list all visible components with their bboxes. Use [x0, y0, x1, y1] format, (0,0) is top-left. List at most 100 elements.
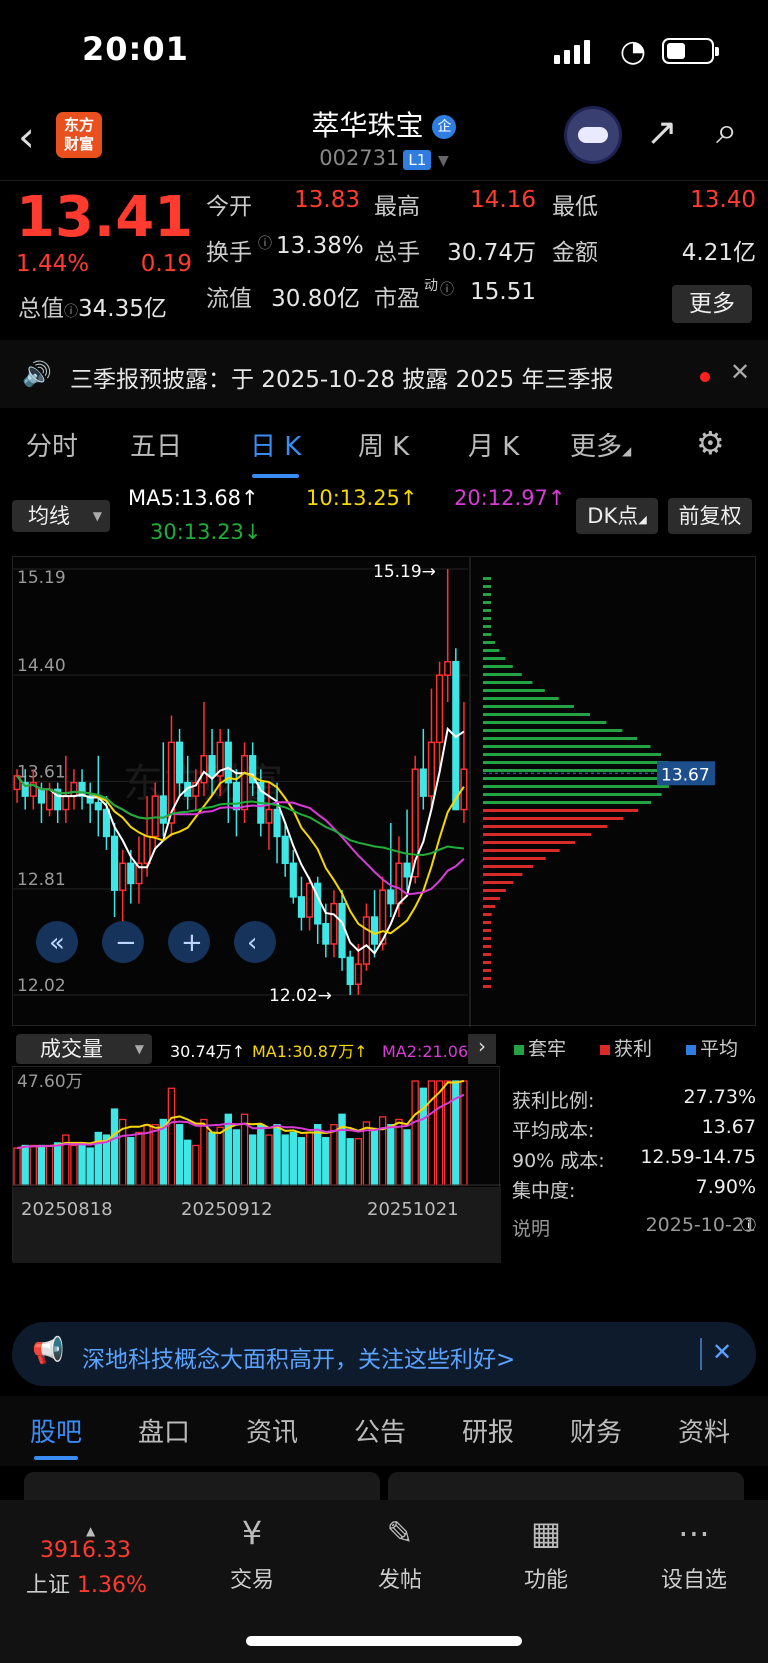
banner-text: 深地科技概念大面积高开，关注这些利好>: [82, 1347, 516, 1373]
y-axis-label: 12.81: [17, 870, 66, 890]
post-button[interactable]: ✎ 发帖: [340, 1514, 460, 1594]
more-button[interactable]: 更多: [672, 285, 752, 323]
volume-bar: [151, 1124, 159, 1186]
chip-bar: [483, 857, 546, 860]
chip-bar: [483, 889, 506, 892]
index-value: 3916.33: [40, 1538, 131, 1563]
notice-bar[interactable]: 🔊 三季报预披露：于 2025-10-28 披露 2025 年三季报 ✕: [0, 340, 768, 408]
zoom-control-icon: «: [49, 928, 65, 958]
tab-finance[interactable]: 财务: [570, 1412, 622, 1449]
ma10-value: 10:13.25↑: [306, 486, 418, 510]
turnover-value: 13.38%: [276, 233, 364, 259]
total-value-value: 34.35亿: [78, 296, 167, 322]
tab-research[interactable]: 研报: [462, 1412, 514, 1449]
chip-date: 2025-10-21: [645, 1214, 756, 1236]
tab-news[interactable]: 资讯: [246, 1412, 298, 1449]
dk-point-button[interactable]: DK点◢: [576, 498, 658, 534]
chip-bar: [483, 809, 639, 812]
tab-more[interactable]: 更多◢: [570, 426, 631, 463]
volume-bar: [216, 1126, 224, 1186]
tab-timeshare[interactable]: 分时: [26, 426, 78, 463]
zoom-control-icon: +: [181, 928, 203, 958]
volume-chart[interactable]: 47.60万 20250818 20250912 20251021: [12, 1066, 501, 1263]
ma30-value: 30:13.23↓: [150, 520, 262, 544]
avg-cost-label: 平均成本:: [512, 1120, 595, 1142]
gear-icon[interactable]: ⚙: [696, 424, 725, 462]
tab-five-day[interactable]: 五日: [130, 426, 182, 463]
volume-bar: [281, 1134, 289, 1186]
chip-bar: [483, 673, 522, 676]
candle-body: [232, 781, 241, 811]
chip-bar: [483, 617, 491, 620]
yuan-exchange-icon: ¥: [241, 1514, 263, 1552]
chip-bar: [483, 969, 491, 972]
tab-pankou[interactable]: 盘口: [138, 1412, 190, 1449]
ai-assistant-icon[interactable]: [564, 106, 622, 164]
chip-bar: [483, 937, 491, 940]
chevron-down-icon: ▼: [92, 509, 102, 523]
chevron-right-icon[interactable]: ›: [468, 1034, 496, 1064]
change-amount: 0.19: [140, 251, 192, 277]
candle-body: [70, 781, 78, 797]
chip-bar: [483, 609, 491, 612]
pe-value: 15.51: [470, 279, 536, 305]
adjust-button[interactable]: 前复权: [668, 498, 752, 534]
news-banner[interactable]: 📢 深地科技概念大面积高开，关注这些利好> ✕: [12, 1322, 756, 1386]
candle-body: [330, 902, 338, 945]
ma5-value: MA5:13.68↑: [128, 486, 259, 510]
tab-month-k[interactable]: 月 K: [468, 426, 519, 463]
function-button[interactable]: ▦ 功能: [486, 1514, 606, 1594]
volume-select[interactable]: 成交量 ▼: [16, 1034, 152, 1064]
volume-bar: [370, 1129, 379, 1186]
volume-current: 30.74万↑: [170, 1042, 246, 1061]
ma20-value: 20:12.97↑: [454, 486, 566, 510]
avg-cost-row: 平均成本: 13.67: [512, 1116, 756, 1143]
y-axis-label: 13.61: [17, 762, 66, 782]
volume-bar: [183, 1139, 192, 1186]
volume-bar: [322, 1137, 330, 1186]
chip-bar: [483, 785, 669, 788]
info-icon[interactable]: ⓘ: [258, 233, 272, 253]
volume-bar: [354, 1138, 362, 1186]
concentration-value: 7.90%: [695, 1176, 756, 1198]
chip-bar: [483, 769, 673, 772]
share-icon[interactable]: ↗: [646, 110, 678, 154]
volume-bar: [289, 1131, 297, 1186]
candle-body: [159, 795, 167, 824]
close-icon[interactable]: ✕: [712, 1338, 732, 1366]
explain-row[interactable]: 说明 ⓘ 2025-10-21: [512, 1214, 756, 1241]
volume-bar: [13, 1147, 21, 1186]
chip-bar: [483, 817, 624, 820]
tab-week-k[interactable]: 周 K: [358, 426, 409, 463]
speaker-icon: 🔊: [22, 360, 52, 388]
candle-body: [175, 741, 184, 784]
info-icon[interactable]: ⓘ: [64, 304, 78, 320]
tab-day-k[interactable]: 日 K: [250, 426, 301, 478]
volume-bar: [70, 1144, 78, 1186]
enterprise-badge: 企: [432, 115, 457, 139]
tab-guba[interactable]: 股吧: [30, 1412, 82, 1460]
chip-bar: [483, 737, 638, 740]
kline-chart[interactable]: 15.19 14.40 13.61 12.81 12.02 东方财富 15.19→ 12.02…: [12, 556, 756, 1027]
quote-panel: 13.41 1.44% 0.19 总值ⓘ34.35亿 今开 13.83 最高 14.1…: [0, 180, 768, 328]
add-watchlist-button[interactable]: ⋯ 设自选: [634, 1514, 754, 1594]
volume-bar: [37, 1144, 46, 1186]
pe-label: 市盈: [374, 286, 420, 312]
avg-cost-label: 13.67: [661, 765, 710, 785]
chip-bar: [483, 753, 662, 756]
zoom-control-icon: −: [115, 928, 137, 958]
y-axis-label: 12.02: [17, 976, 66, 996]
tab-more-label: 更多: [570, 432, 623, 462]
close-icon[interactable]: ✕: [730, 358, 750, 386]
tab-profile[interactable]: 资料: [678, 1412, 730, 1449]
trade-button[interactable]: ¥ 交易: [192, 1514, 312, 1594]
high-value: 14.16: [470, 187, 536, 213]
candle-body: [110, 835, 119, 891]
change-percent: 1.44%: [16, 251, 90, 277]
x-axis-date-label: 20250818: [21, 1199, 113, 1220]
chip-bar: [483, 921, 491, 924]
index-ticker[interactable]: ▲ 3916.33 上证 1.36%: [26, 1524, 176, 1599]
tab-announcement[interactable]: 公告: [354, 1412, 406, 1449]
indicator-select[interactable]: 均线 ▼: [12, 500, 110, 532]
search-icon[interactable]: ⌕: [716, 108, 737, 153]
